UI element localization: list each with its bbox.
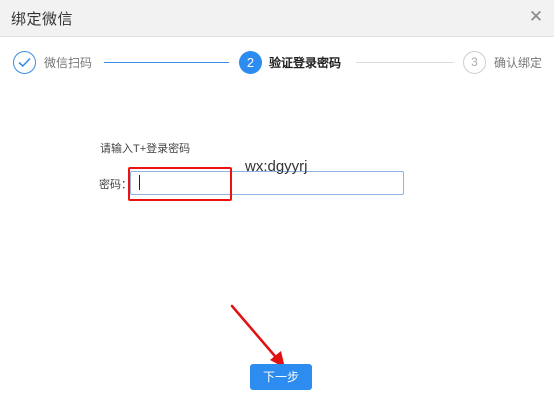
- next-step-button[interactable]: 下一步: [250, 364, 312, 390]
- dialog-header: 绑定微信 ✕: [0, 0, 554, 37]
- close-icon[interactable]: ✕: [527, 8, 545, 26]
- red-pointer-arrow-icon: [230, 304, 285, 368]
- password-prompt: 请输入T+登录密码: [100, 143, 191, 155]
- step-3-number: 3: [463, 51, 486, 74]
- step-3-label: 确认绑定: [494, 56, 543, 70]
- step-2-number: 2: [239, 51, 262, 74]
- watermark-text: wx:dgyyrj: [245, 158, 308, 175]
- step-connector-1: [104, 62, 229, 63]
- step-2-label: 验证登录密码: [269, 56, 342, 70]
- stepper: 微信扫码 2 验证登录密码 3 确认绑定: [0, 46, 554, 76]
- step-connector-2: [356, 62, 454, 63]
- dialog-title: 绑定微信: [11, 11, 74, 28]
- red-highlight-box: [128, 167, 232, 201]
- step-1-label: 微信扫码: [44, 56, 93, 70]
- step-1-check-icon: [13, 51, 36, 74]
